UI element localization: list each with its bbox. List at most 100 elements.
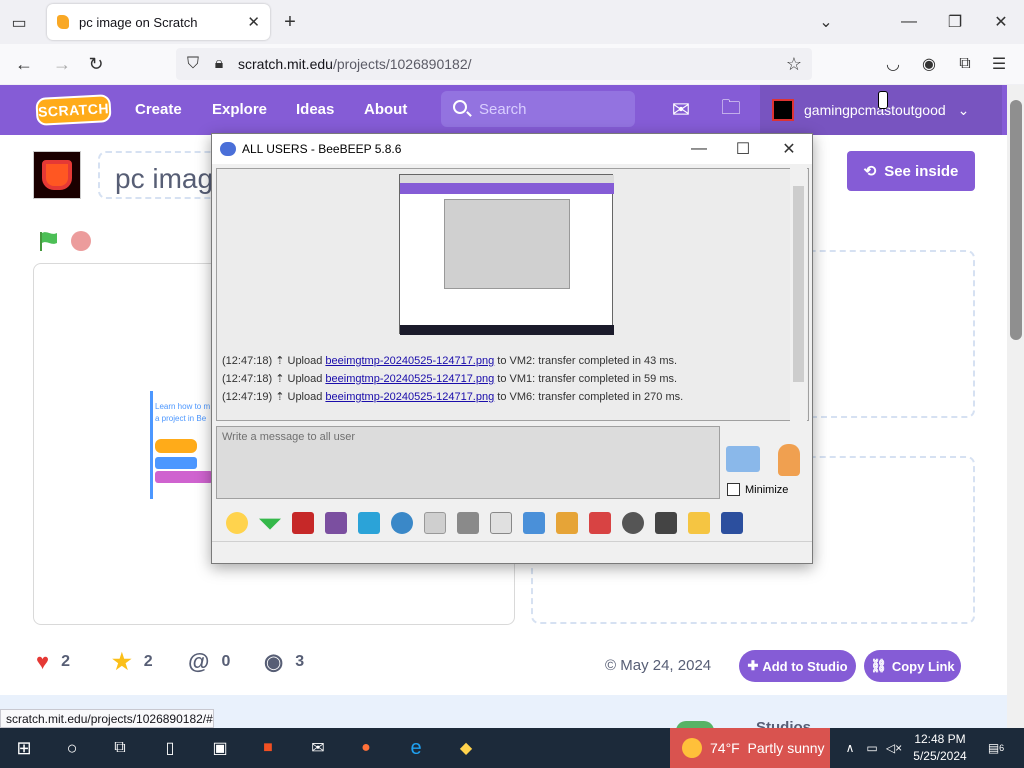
screenshot-icon[interactable] xyxy=(622,512,644,534)
font-color-icon[interactable] xyxy=(325,512,347,534)
beebeep-window: ALL USERS - BeeBEEP 5.8.6 — ☐ ✕ (12:47:1… xyxy=(211,133,813,564)
send-message-icon[interactable] xyxy=(726,446,760,472)
beebeep-titlebar[interactable]: ALL USERS - BeeBEEP 5.8.6 — ☐ ✕ xyxy=(212,134,812,164)
weather-widget[interactable]: 74°F Partly sunny xyxy=(670,728,830,768)
emoticon-menu-icon[interactable] xyxy=(259,518,281,530)
word-completer-icon[interactable] xyxy=(457,512,479,534)
spellcheck-icon[interactable] xyxy=(424,512,446,534)
notepad-icon[interactable]: ▯ xyxy=(158,736,182,760)
new-tab-icon[interactable]: + xyxy=(280,10,300,34)
filter-icon[interactable] xyxy=(358,512,380,534)
mail-icon[interactable]: ✉ xyxy=(306,736,330,760)
see-inside-button[interactable]: ⟲ See inside xyxy=(847,151,975,191)
tray-chevron-icon[interactable]: ∧ xyxy=(838,736,862,760)
stage-block-sound xyxy=(155,471,213,483)
url-bar[interactable]: ⛉ 🔒︎ scratch.mit.edu/projects/1026890182… xyxy=(176,48,812,80)
beebeep-maximize-icon[interactable]: ☐ xyxy=(732,138,754,160)
green-flag-icon[interactable] xyxy=(38,230,60,252)
shared-screenshot-image[interactable] xyxy=(399,174,614,335)
add-to-studio-button[interactable]: ✚ Add to Studio xyxy=(739,650,856,682)
system-clock[interactable]: 12:48 PM 5/25/2024 xyxy=(905,731,975,765)
internet-explorer-icon[interactable]: e xyxy=(404,736,428,760)
link-icon: ⛓ xyxy=(870,658,887,673)
reload-icon[interactable]: ↻ xyxy=(84,52,108,76)
file-link[interactable]: beeimgtmp-20240525-124717.png xyxy=(325,355,494,367)
bookmark-star-icon[interactable]: ☆ xyxy=(784,54,804,74)
close-window-icon[interactable]: ✕ xyxy=(990,10,1012,34)
extensions-icon[interactable]: ⧉ xyxy=(954,52,976,76)
pocket-icon[interactable]: ◡ xyxy=(882,52,904,76)
beebeep-taskbar-icon[interactable]: ◆ xyxy=(454,736,478,760)
enter-sends-icon[interactable] xyxy=(490,512,512,534)
send-folder-icon[interactable] xyxy=(556,512,578,534)
remix-swirl-icon: @ xyxy=(188,649,210,674)
firefox-icon[interactable]: ● xyxy=(354,736,378,760)
store-icon[interactable]: ■ xyxy=(256,736,280,760)
star-icon: ★ xyxy=(112,649,132,674)
heart-icon: ♥ xyxy=(36,649,50,674)
scratch-logo[interactable]: SCRATCH xyxy=(35,94,112,126)
list-tabs-chevron-icon[interactable]: ⌄ xyxy=(816,10,836,34)
html-code-icon[interactable] xyxy=(589,512,611,534)
chat-history[interactable]: (12:47:18) ⇡ Upload beeimgtmp-20240525-1… xyxy=(216,168,809,421)
favorite-stat[interactable]: ★ 2 xyxy=(112,649,153,675)
network-icon[interactable]: ▭ xyxy=(860,736,884,760)
file-link[interactable]: beeimgtmp-20240525-124717.png xyxy=(325,373,494,385)
favorite-count: 2 xyxy=(143,653,153,670)
username: gamingpcmastoutgood xyxy=(804,102,946,118)
emoticon-icon[interactable] xyxy=(226,512,248,534)
file-link[interactable]: beeimgtmp-20240525-124717.png xyxy=(325,391,494,403)
my-stuff-folder-icon[interactable]: 🗀 xyxy=(718,97,744,123)
link-status-bar: scratch.mit.edu/projects/1026890182/# xyxy=(0,709,214,728)
browser-tab-bar: ▭ pc image on Scratch ✕ + ⌄ — ❐ ✕ xyxy=(0,0,1024,44)
search-circle-icon[interactable]: ○ xyxy=(60,736,84,760)
computer-icon[interactable]: ▣ xyxy=(208,736,232,760)
send-file-icon[interactable] xyxy=(523,512,545,534)
restore-window-icon[interactable]: ❐ xyxy=(944,10,966,34)
minimize-checkbox[interactable] xyxy=(727,483,740,496)
project-title-field[interactable]: pc imag xyxy=(98,151,218,199)
font-icon[interactable] xyxy=(292,512,314,534)
copy-link-button[interactable]: ⛓ Copy Link xyxy=(864,650,961,682)
nav-explore[interactable]: Explore xyxy=(212,101,267,118)
chat-message: (12:47:19) ⇡ Upload beeimgtmp-20240525-1… xyxy=(222,391,684,403)
forward-icon[interactable]: → xyxy=(50,52,74,76)
project-date-text: May 24, 2024 xyxy=(620,657,712,674)
shield-icon[interactable]: ⛉ xyxy=(184,54,202,74)
microphone-icon[interactable] xyxy=(778,444,800,476)
love-stat[interactable]: ♥ 2 xyxy=(36,649,70,675)
browser-tab[interactable]: pc image on Scratch ✕ xyxy=(47,4,270,40)
stop-icon[interactable] xyxy=(71,231,91,251)
close-tab-icon[interactable]: ✕ xyxy=(247,13,260,31)
weather-text: Partly sunny xyxy=(747,740,825,756)
save-chat-icon[interactable] xyxy=(721,512,743,534)
project-author-avatar[interactable] xyxy=(33,151,81,199)
task-view-icon[interactable]: ⧉ xyxy=(108,736,132,760)
minimize-window-icon[interactable]: — xyxy=(898,10,920,34)
weather-temp: 74°F xyxy=(710,740,740,756)
back-icon[interactable]: ← xyxy=(12,52,36,76)
beebeep-minimize-icon[interactable]: — xyxy=(688,138,710,160)
message-input[interactable]: Write a message to all user xyxy=(216,426,720,499)
page-scrollbar-thumb[interactable] xyxy=(1010,100,1022,340)
minimize-label: Minimize xyxy=(745,484,789,496)
start-windows-icon[interactable]: ⊞ xyxy=(12,736,36,760)
settings-gear-icon[interactable] xyxy=(391,512,413,534)
beebeep-close-icon[interactable]: ✕ xyxy=(778,138,800,160)
notes-icon[interactable] xyxy=(688,512,710,534)
volume-muted-icon[interactable]: ◁× xyxy=(882,736,906,760)
account-icon[interactable]: ◉ xyxy=(918,52,940,76)
chat-scrollbar-thumb[interactable] xyxy=(793,186,804,382)
messages-icon[interactable]: ✉ xyxy=(668,97,694,123)
studio-thumbnail[interactable] xyxy=(676,721,714,728)
clear-chat-icon[interactable] xyxy=(655,512,677,534)
partly-sunny-icon xyxy=(682,738,702,758)
nav-create[interactable]: Create xyxy=(135,101,182,118)
nav-about[interactable]: About xyxy=(364,101,407,118)
lock-icon[interactable]: 🔒︎ xyxy=(210,54,228,74)
tab-list-icon[interactable]: ▭ xyxy=(8,12,30,34)
notification-center-icon[interactable]: ▤ 6 xyxy=(984,736,1008,760)
scratch-search-input[interactable]: Search xyxy=(441,91,635,127)
menu-icon[interactable]: ☰ xyxy=(988,52,1010,76)
nav-ideas[interactable]: Ideas xyxy=(296,101,334,118)
